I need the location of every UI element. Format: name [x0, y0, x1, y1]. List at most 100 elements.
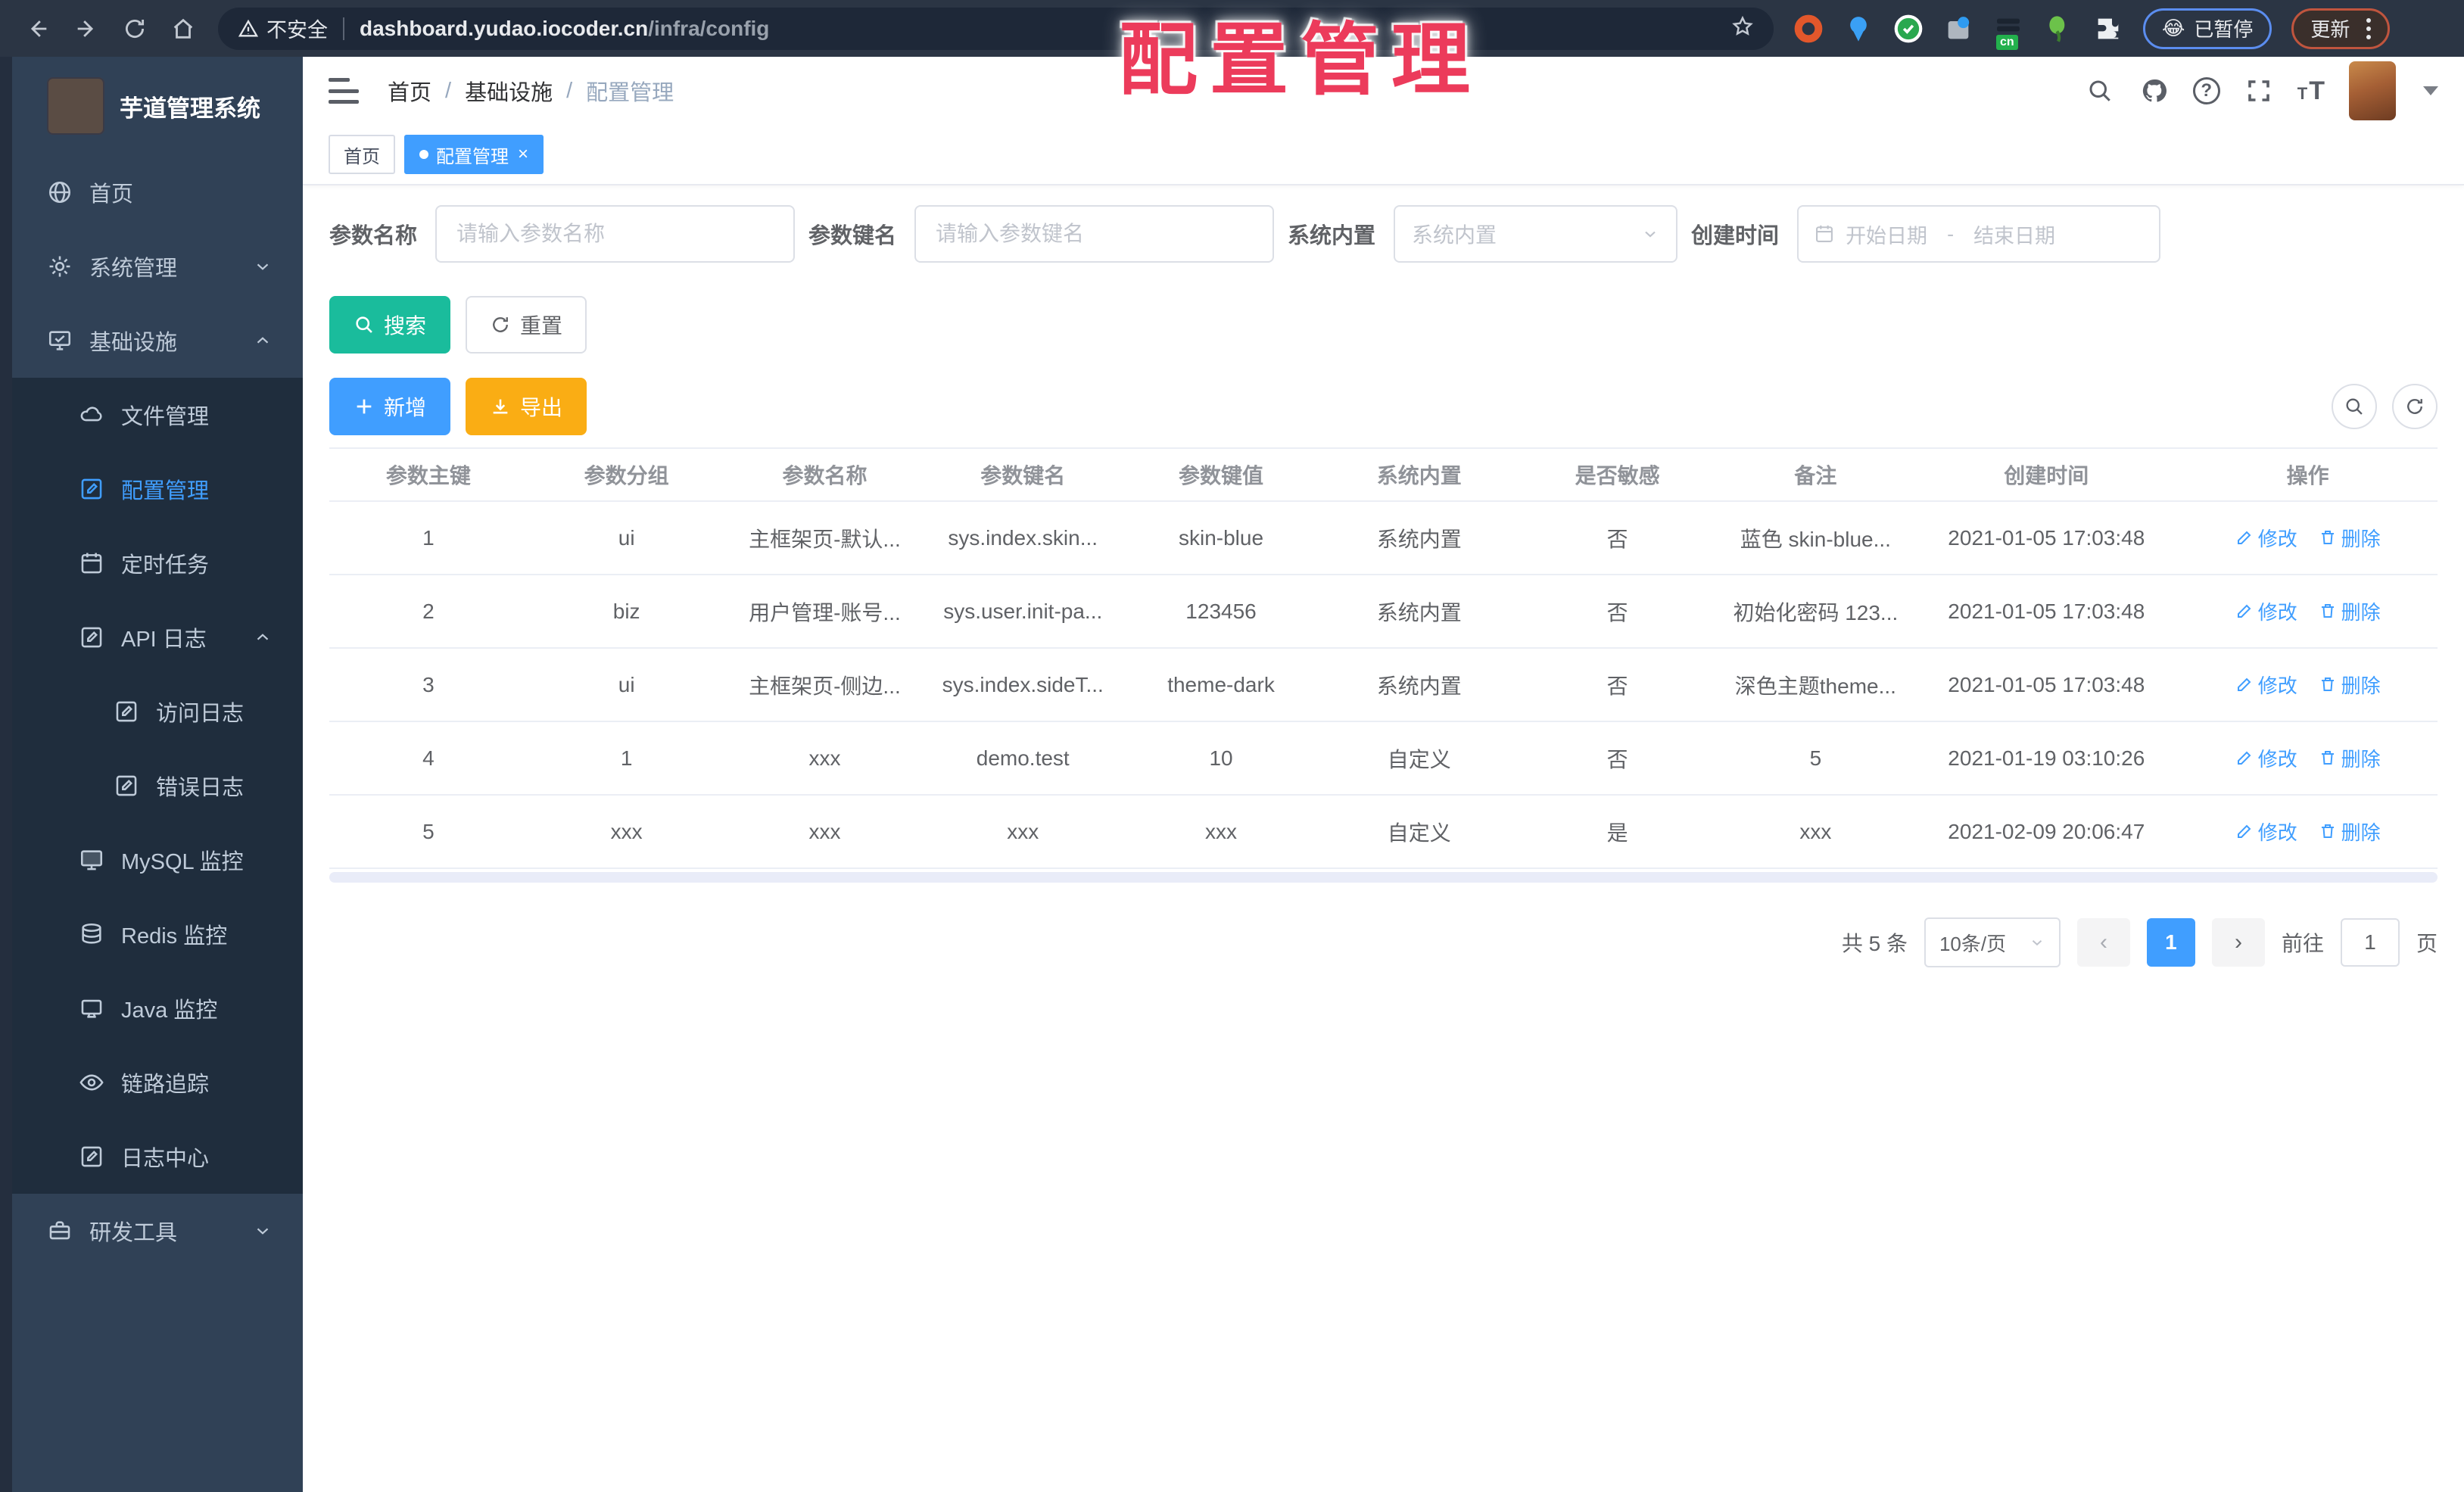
schedule-icon — [81, 553, 102, 574]
extension-orange-icon[interactable] — [1793, 14, 1824, 44]
date-start-placeholder: 开始日期 — [1846, 224, 1928, 248]
user-avatar[interactable] — [2349, 61, 2396, 120]
breadcrumb: 首页 / 基础设施 / 配置管理 — [388, 75, 674, 107]
help-button[interactable]: ? — [2192, 77, 2220, 104]
database-stack-icon — [82, 923, 101, 944]
trash-icon — [2321, 824, 2334, 839]
table-tools — [2332, 384, 2438, 429]
breadcrumb-infrastructure[interactable]: 基础设施 — [465, 75, 553, 107]
browser-back-button[interactable] — [20, 11, 56, 47]
extensions-puzzle-icon[interactable] — [2093, 14, 2123, 44]
url-text[interactable]: dashboard.yudao.iocoder.cn/infra/config — [360, 17, 769, 41]
edit-link[interactable]: 修改 — [2235, 818, 2297, 846]
goto-page-input[interactable] — [2340, 918, 2400, 967]
delete-link[interactable]: 删除 — [2319, 524, 2381, 552]
tab-home[interactable]: 首页 — [329, 135, 395, 174]
cell: 2021-01-05 17:03:48 — [1914, 501, 2179, 575]
browser-forward-button[interactable] — [68, 11, 104, 47]
url-host: dashboard.yudao.iocoder.cn — [360, 16, 649, 40]
extension-leaf-icon[interactable] — [2043, 14, 2073, 44]
param-name-input[interactable] — [435, 205, 796, 263]
sidebar-toggle-button[interactable] — [329, 78, 359, 104]
bookmark-star-button[interactable] — [1731, 15, 1754, 42]
trash-icon — [2321, 531, 2334, 545]
page-size-select[interactable]: 10条/页 — [1924, 917, 2061, 967]
extension-green-check-icon[interactable] — [1893, 14, 1924, 44]
browser-menu-kebab-icon[interactable] — [2366, 17, 2372, 39]
emoji-icon: 😂 — [2162, 17, 2185, 39]
security-warning[interactable]: 不安全 — [238, 14, 328, 43]
sidebar-item-infrastructure[interactable]: 基础设施 — [12, 304, 303, 378]
cell: 2021-01-05 17:03:48 — [1914, 575, 2179, 649]
logo-row[interactable]: 芋道管理系统 — [12, 57, 303, 155]
sidebar-item-error-log[interactable]: 错误日志 — [12, 749, 303, 823]
delete-link[interactable]: 删除 — [2319, 671, 2381, 699]
sidebar-item-mysql-monitor[interactable]: MySQL 监控 — [12, 823, 303, 897]
builtin-select[interactable]: 系统内置 — [1394, 205, 1678, 263]
tab-config-management[interactable]: 配置管理 × — [404, 135, 544, 174]
reset-button[interactable]: 重置 — [466, 296, 587, 354]
export-button[interactable]: 导出 — [466, 378, 587, 435]
page-number-1[interactable]: 1 — [2146, 918, 2195, 967]
extension-cn-icon[interactable]: cn — [1993, 14, 2023, 50]
cell: 系统内置 — [1319, 575, 1519, 649]
browser-home-button[interactable] — [165, 11, 201, 47]
add-button[interactable]: 新增 — [329, 378, 451, 435]
edit-link[interactable]: 修改 — [2235, 597, 2297, 625]
sidebar-item-log-center[interactable]: 日志中心 — [12, 1120, 303, 1194]
sidebar-item-config-management[interactable]: 配置管理 — [12, 452, 303, 526]
address-bar[interactable]: 不安全 dashboard.yudao.iocoder.cn/infra/con… — [218, 7, 1774, 50]
prev-page-button[interactable]: ‹ — [2076, 918, 2130, 967]
delete-link[interactable]: 删除 — [2319, 818, 2381, 846]
edit-link[interactable]: 修改 — [2235, 671, 2297, 699]
update-button[interactable]: 更新 — [2291, 8, 2391, 49]
breadcrumb-home[interactable]: 首页 — [388, 75, 431, 107]
edit-link[interactable]: 修改 — [2235, 744, 2297, 772]
table-horizontal-scrollbar[interactable] — [329, 872, 2438, 883]
fullscreen-button[interactable] — [2243, 75, 2275, 107]
sidebar-item-home[interactable]: 首页 — [12, 155, 303, 229]
green-leaf-icon — [2049, 15, 2065, 42]
font-size-button[interactable]: TT — [2297, 76, 2326, 106]
screen: 不安全 dashboard.yudao.iocoder.cn/infra/con… — [0, 0, 2464, 1492]
edit-icon — [2237, 677, 2251, 692]
browser-reload-button[interactable] — [117, 11, 153, 47]
paused-button[interactable]: 😂 已暂停 — [2143, 8, 2272, 49]
sidebar-item-dev-tools[interactable]: 研发工具 — [12, 1194, 303, 1268]
search-icon — [2346, 398, 2363, 415]
tab-close-icon[interactable]: × — [518, 144, 528, 165]
date-range-picker[interactable]: 开始日期 - 结束日期 — [1797, 205, 2161, 263]
delete-link[interactable]: 删除 — [2319, 597, 2381, 625]
sidebar-item-redis-monitor[interactable]: Redis 监控 — [12, 897, 303, 971]
back-arrow-icon — [30, 20, 47, 37]
sidebar-item-java-monitor[interactable]: Java 监控 — [12, 971, 303, 1045]
header-search-button[interactable] — [2084, 75, 2116, 107]
cell: xxx — [725, 721, 924, 796]
extension-gray-icon[interactable] — [1943, 14, 1973, 44]
sidebar-item-file-management[interactable]: 文件管理 — [12, 378, 303, 452]
fullscreen-icon — [2248, 80, 2269, 101]
sidebar-item-system[interactable]: 系统管理 — [12, 229, 303, 304]
delete-link[interactable]: 删除 — [2319, 744, 2381, 772]
toolbar-row: 新增 导出 — [329, 378, 2438, 435]
toggle-search-button[interactable] — [2332, 384, 2377, 429]
extension-pin-icon[interactable] — [1843, 14, 1874, 44]
param-key-input[interactable] — [914, 205, 1275, 263]
col-create-time: 创建时间 — [1914, 447, 2179, 502]
chevron-down-icon — [1645, 231, 1656, 238]
search-button[interactable]: 搜索 — [329, 296, 451, 354]
github-button[interactable] — [2138, 75, 2170, 107]
refresh-table-button[interactable] — [2392, 384, 2438, 429]
cell: 2 — [329, 575, 528, 649]
next-page-button[interactable]: › — [2211, 918, 2265, 967]
sidebar-item-label: 基础设施 — [89, 331, 178, 355]
sidebar-item-tracing[interactable]: 链路追踪 — [12, 1045, 303, 1120]
laptop-icon — [81, 999, 102, 1018]
sidebar-item-api-log[interactable]: API 日志 — [12, 600, 303, 674]
cell: 3 — [329, 648, 528, 722]
edit-link[interactable]: 修改 — [2235, 524, 2297, 552]
edit-icon — [2237, 751, 2251, 765]
sidebar-item-scheduled-jobs[interactable]: 定时任务 — [12, 526, 303, 600]
sidebar-item-access-log[interactable]: 访问日志 — [12, 674, 303, 749]
avatar-caret-icon[interactable] — [2423, 86, 2438, 95]
